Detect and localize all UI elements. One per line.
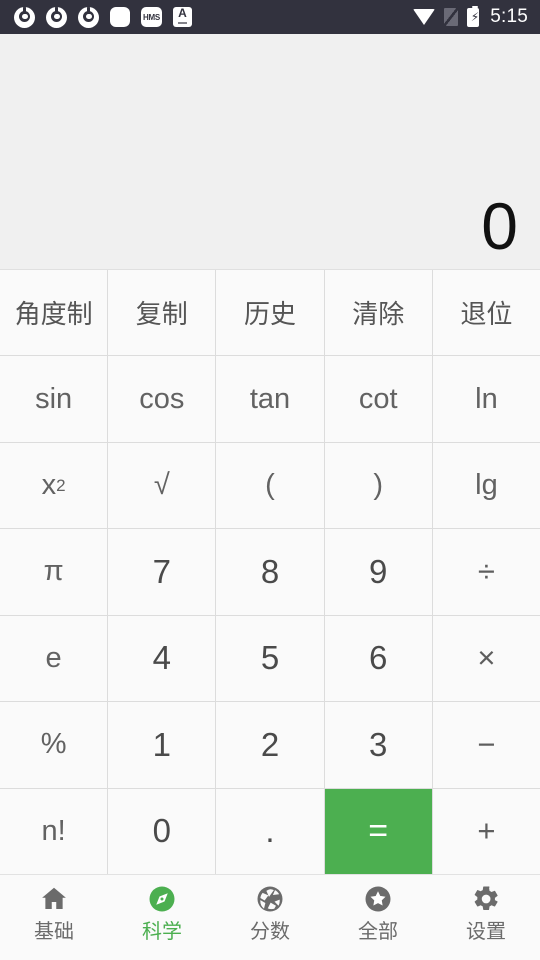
key-multiply[interactable]: ×: [432, 615, 540, 702]
display-result: 0: [481, 189, 518, 263]
rounded-square-icon: [110, 7, 130, 27]
key-5[interactable]: 5: [216, 615, 324, 702]
nav-item-basic[interactable]: 基础: [0, 875, 108, 960]
nav-item-label: 分数: [250, 921, 290, 943]
key-plus[interactable]: +: [432, 788, 540, 874]
key-row: x 2 √() lg: [0, 442, 540, 529]
key-sin[interactable]: sin: [0, 356, 108, 442]
chrome-icon: [46, 6, 67, 28]
key-row: 角度制 复制 历史 清除 退位: [0, 270, 540, 356]
nav-item-all[interactable]: 全部: [324, 875, 432, 960]
key-decimal-point[interactable]: .: [216, 788, 324, 874]
nav-item-settings[interactable]: 设置: [432, 875, 540, 960]
home-icon: [39, 884, 69, 914]
key-history[interactable]: 历史: [216, 270, 324, 356]
key-percent[interactable]: %: [0, 702, 108, 788]
key-3[interactable]: 3: [324, 702, 432, 788]
key-row: π 7 8 9 ÷: [0, 529, 540, 615]
gear-icon: [471, 884, 501, 914]
key-backspace[interactable]: 退位: [432, 270, 540, 356]
sim-off-icon: [444, 8, 459, 26]
chrome-icon: [78, 6, 99, 28]
key-ln[interactable]: ln: [432, 356, 540, 442]
key-sqrt[interactable]: √: [108, 442, 216, 529]
key-tan[interactable]: tan: [216, 356, 324, 442]
status-bar-right-icons: ⚡ 5:15: [413, 5, 528, 28]
key-cot[interactable]: cot: [324, 356, 432, 442]
keypad: 角度制 复制 历史 清除 退位 sin cos tan cot ln x 2 √() lg π 7 8 9 ÷ e 4 5…: [0, 270, 540, 874]
compass-icon: [147, 884, 177, 914]
key-1[interactable]: 1: [108, 702, 216, 788]
nav-item-label: 科学: [142, 921, 182, 943]
status-bar-left-icons: HMS A: [14, 6, 192, 28]
key-factorial[interactable]: n!: [0, 788, 108, 874]
nav-item-scientific[interactable]: 科学: [108, 875, 216, 960]
a-letter-icon: A: [173, 7, 192, 27]
key-7[interactable]: 7: [108, 529, 216, 615]
nav-item-label: 设置: [466, 921, 506, 943]
hms-icon: HMS: [141, 7, 162, 27]
key-lg[interactable]: lg: [432, 442, 540, 529]
nav-item-label: 全部: [358, 921, 398, 943]
key-2[interactable]: 2: [216, 702, 324, 788]
key-minus[interactable]: −: [432, 702, 540, 788]
key-4[interactable]: 4: [108, 615, 216, 702]
key-clear[interactable]: 清除: [324, 270, 432, 356]
aperture-icon: [255, 884, 285, 914]
bottom-navigation-bar: 基础 科学 分数 全部 设置: [0, 874, 540, 960]
key-copy[interactable]: 复制: [108, 270, 216, 356]
key-label: x: [41, 469, 57, 502]
battery-charging-icon: ⚡: [467, 5, 480, 27]
key-square[interactable]: x2: [0, 442, 108, 529]
key-pi[interactable]: π: [0, 529, 108, 615]
status-bar-clock: 5:15: [490, 6, 528, 27]
key-row: e 4 5 6 ×: [0, 615, 540, 702]
key-8[interactable]: 8: [216, 529, 324, 615]
key-row: % 1 2 3−: [0, 702, 540, 788]
key-e[interactable]: e: [0, 615, 108, 702]
calculator-app: HMS A ⚡ 5:15 0 角度制 复制 历史 清除 退位 sin cos tan cot ln…: [0, 0, 540, 960]
star-circle-icon: [363, 884, 393, 914]
key-row: n! 0. = +: [0, 788, 540, 874]
key-degree-mode[interactable]: 角度制: [0, 270, 108, 356]
status-bar: HMS A ⚡ 5:15: [0, 0, 540, 34]
nav-item-label: 基础: [34, 921, 74, 943]
calculator-display[interactable]: 0: [0, 34, 540, 270]
key-cos[interactable]: cos: [108, 356, 216, 442]
chrome-icon: [14, 6, 35, 28]
key-9[interactable]: 9: [324, 529, 432, 615]
key-row: sin cos tan cot ln: [0, 356, 540, 442]
key-paren-open[interactable]: (: [216, 442, 324, 529]
key-divide[interactable]: ÷: [432, 529, 540, 615]
key-paren-close[interactable]: ): [324, 442, 432, 529]
key-equals[interactable]: =: [324, 788, 432, 874]
key-6[interactable]: 6: [324, 615, 432, 702]
key-0[interactable]: 0: [108, 788, 216, 874]
nav-item-fraction[interactable]: 分数: [216, 875, 324, 960]
wifi-icon: [413, 9, 436, 25]
